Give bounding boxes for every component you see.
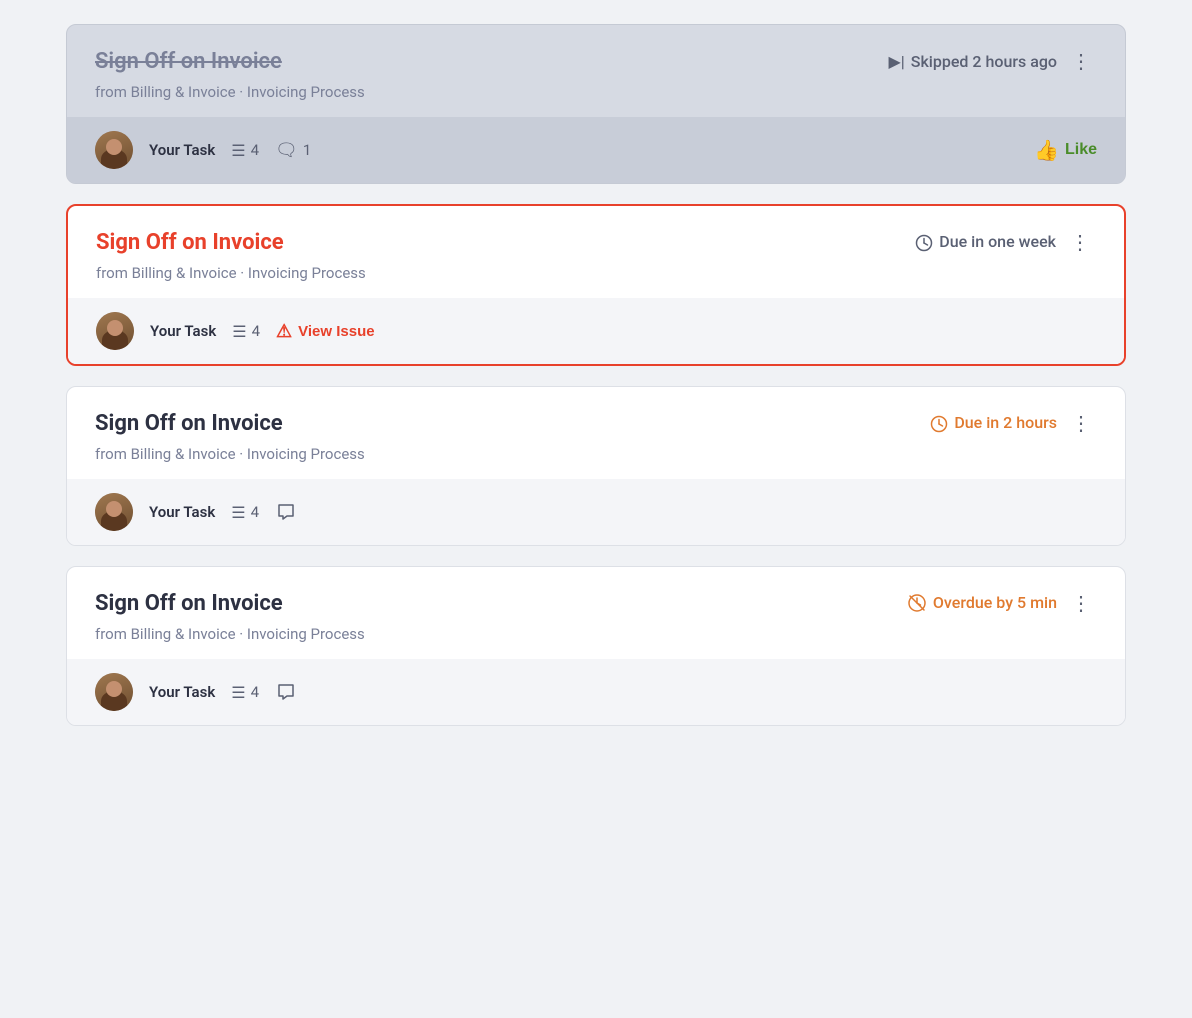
clock-icon-due-2hrs — [930, 413, 948, 433]
your-task-label-overdue: Your Task — [149, 683, 215, 701]
card-footer-skipped: Your Task ☰ 4 🗨 1 👍 Like — [67, 117, 1125, 183]
task-card-highlighted: Sign Off on Invoice Due in one week ⋮ fr… — [66, 204, 1126, 366]
checklist-icon-overdue: ☰ — [231, 683, 245, 702]
task-card-overdue: Sign Off on Invoice Overdue by 5 min ⋮ — [66, 566, 1126, 726]
comment-icon-due-2hrs — [275, 501, 297, 523]
task-title-overdue: Sign Off on Invoice — [95, 591, 283, 616]
more-menu-due-2hrs[interactable]: ⋮ — [1065, 409, 1097, 437]
task-subtitle-overdue: from Billing & Invoice · Invoicing Proce… — [95, 625, 1097, 643]
card-header-overdue: Sign Off on Invoice Overdue by 5 min ⋮ — [95, 589, 1097, 617]
task-card-due-2hrs: Sign Off on Invoice Due in 2 hours ⋮ fro… — [66, 386, 1126, 546]
checklist-icon-due-2hrs: ☰ — [231, 503, 245, 522]
task-subtitle-highlighted: from Billing & Invoice · Invoicing Proce… — [96, 264, 1096, 282]
task-card-skipped: Sign Off on Invoice ▶| Skipped 2 hours a… — [66, 24, 1126, 184]
comment-icon-skipped: 🗨 — [275, 140, 298, 161]
card-header-skipped: Sign Off on Invoice ▶| Skipped 2 hours a… — [95, 47, 1097, 75]
overdue-status-text: Overdue by 5 min — [907, 593, 1057, 614]
checklist-count-due-2hrs: ☰ 4 — [231, 503, 259, 522]
due-2hrs-status-text: Due in 2 hours — [930, 413, 1057, 433]
task-subtitle-skipped: from Billing & Invoice · Invoicing Proce… — [95, 83, 1097, 101]
card-header-highlighted: Sign Off on Invoice Due in one week ⋮ — [96, 228, 1096, 256]
thumbs-up-icon: 👍 — [1034, 138, 1059, 163]
task-title-highlighted: Sign Off on Invoice — [96, 230, 284, 255]
card-footer-overdue: Your Task ☰ 4 — [67, 659, 1125, 725]
avatar-overdue — [95, 673, 133, 711]
more-menu-highlighted[interactable]: ⋮ — [1064, 228, 1096, 256]
avatar-highlighted — [96, 312, 134, 350]
view-issue-button[interactable]: ⚠ View Issue — [276, 321, 375, 342]
checklist-count-highlighted: ☰ 4 — [232, 322, 260, 341]
more-menu-overdue[interactable]: ⋮ — [1065, 589, 1097, 617]
card-footer-due-2hrs: Your Task ☰ 4 — [67, 479, 1125, 545]
card-top-skipped: Sign Off on Invoice ▶| Skipped 2 hours a… — [67, 25, 1125, 117]
skip-icon: ▶| — [888, 52, 904, 71]
card-footer-highlighted: Your Task ☰ 4 ⚠ View Issue — [68, 298, 1124, 364]
task-title-skipped: Sign Off on Invoice — [95, 49, 282, 74]
your-task-label-skipped: Your Task — [149, 141, 215, 159]
avatar-face-overdue — [95, 673, 133, 711]
skip-status-text: ▶| Skipped 2 hours ago — [888, 52, 1057, 71]
card-status-due-2hrs: Due in 2 hours ⋮ — [930, 409, 1097, 437]
like-button-skipped[interactable]: 👍 Like — [1034, 138, 1097, 163]
checklist-icon-skipped: ☰ — [231, 141, 245, 160]
your-task-label-highlighted: Your Task — [150, 322, 216, 340]
avatar-due-2hrs — [95, 493, 133, 531]
checklist-count-overdue: ☰ 4 — [231, 683, 259, 702]
comment-count-skipped: 🗨 1 — [275, 140, 311, 161]
avatar-skipped — [95, 131, 133, 169]
task-title-due-2hrs: Sign Off on Invoice — [95, 411, 283, 436]
avatar-face-highlighted — [96, 312, 134, 350]
comment-icon-overdue — [275, 681, 297, 703]
clock-icon-highlighted — [915, 232, 933, 252]
card-top-due-2hrs: Sign Off on Invoice Due in 2 hours ⋮ fro… — [67, 387, 1125, 479]
your-task-label-due-2hrs: Your Task — [149, 503, 215, 521]
more-menu-skipped[interactable]: ⋮ — [1065, 47, 1097, 75]
card-status-highlighted: Due in one week ⋮ — [915, 228, 1096, 256]
avatar-face-skipped — [95, 131, 133, 169]
checklist-count-skipped: ☰ 4 — [231, 141, 259, 160]
warning-icon: ⚠ — [276, 321, 292, 342]
card-status-skipped: ▶| Skipped 2 hours ago ⋮ — [888, 47, 1097, 75]
clock-crossed-icon-overdue — [907, 593, 927, 614]
card-header-due-2hrs: Sign Off on Invoice Due in 2 hours ⋮ — [95, 409, 1097, 437]
task-subtitle-due-2hrs: from Billing & Invoice · Invoicing Proce… — [95, 445, 1097, 463]
checklist-icon-highlighted: ☰ — [232, 322, 246, 341]
card-top-overdue: Sign Off on Invoice Overdue by 5 min ⋮ — [67, 567, 1125, 659]
due-week-status-text: Due in one week — [915, 232, 1056, 252]
card-status-overdue: Overdue by 5 min ⋮ — [907, 589, 1097, 617]
avatar-face-due-2hrs — [95, 493, 133, 531]
card-top-highlighted: Sign Off on Invoice Due in one week ⋮ fr… — [68, 206, 1124, 298]
